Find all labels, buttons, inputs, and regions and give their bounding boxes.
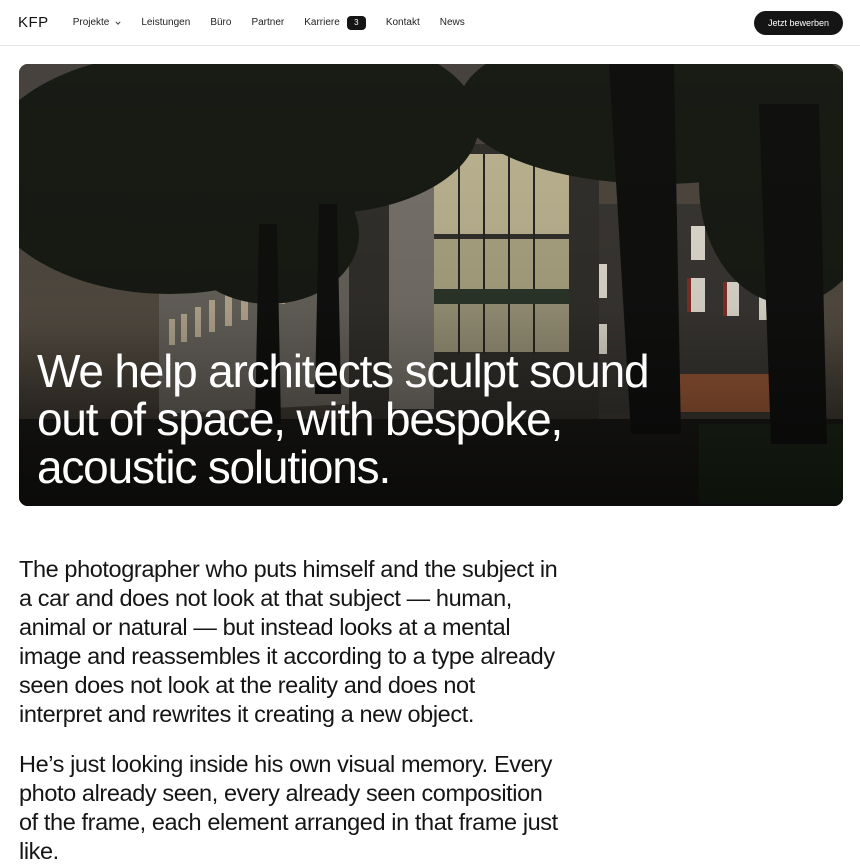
apply-now-button[interactable]: Jetzt bewerben	[753, 11, 843, 35]
nav-item-label: Kontakt	[385, 17, 420, 28]
nav-item-label: Partner	[251, 17, 285, 28]
nav-item-label: Projekte	[72, 17, 110, 28]
main-nav: Projekte Leistungen Büro Partner Karrier…	[73, 15, 485, 30]
nav-item-label: Leistungen	[141, 17, 191, 28]
chevron-down-icon	[115, 20, 121, 25]
nav-item-label: Karriere	[304, 17, 340, 28]
nav-item-label: News	[439, 17, 465, 28]
intro-paragraph: The photographer who puts himself and th…	[19, 556, 558, 727]
nav-item-buero[interactable]: Büro	[210, 17, 231, 28]
nav-item-partner[interactable]: Partner	[251, 17, 284, 28]
hero-heading: We help architects sculpt sound out of s…	[37, 345, 650, 493]
top-navigation: KFP Projekte Leistungen Büro Partner Kar…	[0, 0, 860, 46]
nav-item-kontakt[interactable]: Kontakt	[386, 17, 420, 28]
hero-banner: We help architects sculpt sound out of s…	[19, 64, 843, 506]
nav-item-leistungen[interactable]: Leistungen	[141, 17, 190, 28]
nav-item-projekte[interactable]: Projekte	[73, 17, 122, 28]
count-badge: 3	[346, 15, 366, 30]
nav-item-karriere[interactable]: Karriere 3	[304, 15, 366, 30]
nav-item-news[interactable]: News	[440, 17, 465, 28]
nav-item-label: Büro	[210, 17, 232, 28]
second-paragraph: He’s just looking inside his own visual …	[19, 751, 558, 864]
site-logo[interactable]: KFP	[18, 14, 49, 31]
